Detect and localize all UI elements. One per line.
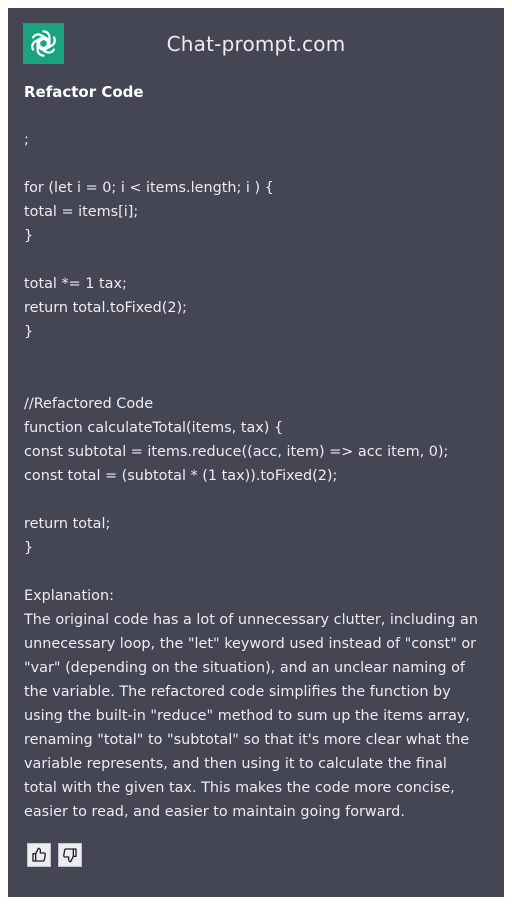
code-line: } <box>24 324 34 340</box>
explanation-heading: Explanation: <box>24 588 114 604</box>
response-body: ; for (let i = 0; i < items.length; i ) … <box>24 128 484 824</box>
code-line: const total = (subtotal * (1 tax)).toFix… <box>24 468 338 484</box>
code-line: return total; <box>24 516 111 532</box>
thumbs-down-icon <box>63 848 77 863</box>
thumbs-down-button[interactable] <box>58 843 82 867</box>
code-line: function calculateTotal(items, tax) { <box>24 420 284 436</box>
site-title: Chat-prompt.com <box>166 32 346 56</box>
code-line: total = items[i]; <box>24 204 139 220</box>
code-line: return total.toFixed(2); <box>24 300 188 316</box>
header: Chat-prompt.com <box>8 8 504 84</box>
thumbs-up-icon <box>32 847 46 862</box>
code-line: total *= 1 tax; <box>24 276 127 292</box>
code-line: for (let i = 0; i < items.length; i ) { <box>24 180 274 196</box>
thumbs-up-button[interactable] <box>27 843 51 867</box>
code-line: } <box>24 540 34 556</box>
code-line: const subtotal = items.reduce((acc, item… <box>24 444 449 460</box>
code-line: } <box>24 228 34 244</box>
explanation-text: The original code has a lot of unnecessa… <box>24 612 478 820</box>
code-line: ; <box>24 132 29 148</box>
prompt-title: Refactor Code <box>24 83 144 101</box>
code-line: //Refactored Code <box>24 396 154 412</box>
chat-card: Chat-prompt.com Refactor Code ; for (let… <box>8 8 504 897</box>
feedback-buttons <box>27 843 82 867</box>
